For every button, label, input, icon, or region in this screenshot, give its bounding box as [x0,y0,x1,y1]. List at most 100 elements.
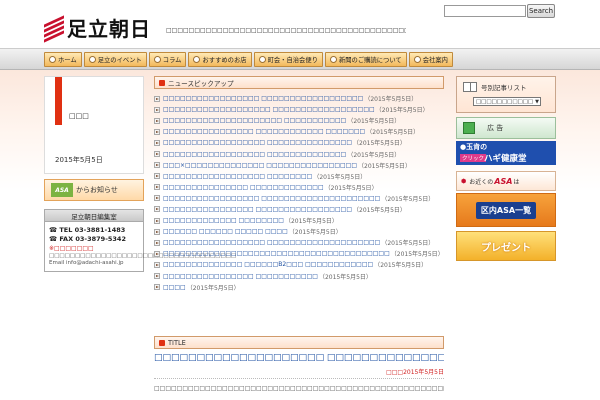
main-content: ニュースピックアップ □□□□□□□□□□□□□□□□□ □□□□□□□□□□□… [154,76,444,293]
office-title: 足立朝日編集室 [45,210,143,222]
list-item[interactable]: □□□□□□□□□□□□□□□□ □□□□□□□□□□□□□□□□□ （2015年… [154,204,444,215]
arrow-right-icon [154,128,160,135]
list-item[interactable]: □□□□ （2015年5月5日） [154,282,444,293]
list-item[interactable]: □□□□□□□□□□□□□□□□□□□□□□□□□□□□□□□□□□□□□□□□… [154,248,444,259]
list-item[interactable]: □□□□□□□□□□□□□□□□□□□□□ □□□□□□□□□□□ （2015年5… [154,115,444,126]
logo-mark-icon [44,15,64,43]
news-link[interactable]: □□□□□□□□□□□□□□ □□□□□□B2□□□ □□□□□□□□□□□□ [163,261,373,268]
news-link[interactable]: □□□□□□□□□□□□□ □□□□□□□□ [163,217,284,224]
list-item[interactable]: □□□□□□□□□□□□□□□□□□ □□□□□□□□□□□□□□□ （2015年… [154,137,444,148]
news-link[interactable]: □□□□□□□□□□□□□□□□□ □□□□□□□□□□□□□□□□□□ [163,95,363,102]
nav-bullet-icon [258,56,266,63]
feature-text: □□□ [69,112,89,120]
list-item[interactable]: □□□□□□□□□□□□□□□□ □□□□□□□□□□□□ □□□□□□□ （20… [154,126,444,137]
news-date: （2015年5月5日） [352,206,406,214]
asa-logo: ASA [51,183,73,197]
nav-item-company[interactable]: 会社案内 [408,52,453,67]
office-address: □□□□□□□□□□□□□□□□□□□□□□□□□□□□□□□□□□□□ [49,253,237,259]
list-item[interactable]: □□□□□□ □□□□□□ □□□□□ □□□□ （2015年5月5日） [154,226,444,237]
office-email[interactable]: Email info@adachi-asahi.jp [49,260,139,267]
left-sidebar: □□□ 2015年5月5日 ASA からお知らせ 足立朝日編集室 ☎ TEL 0… [44,76,237,272]
news-link[interactable]: □□□□□□□□□□□□□□□□ □□□□□□□□□□□ [163,273,318,280]
asa-news-label: からお知らせ [76,186,118,194]
news-section-header: ニュースピックアップ [154,76,444,89]
list-item[interactable]: □□□□□□□□□□□□□□□□□ □□□□□□□□□□□□□□□□□□ （201… [154,93,444,104]
news-link[interactable]: □□□□□□□□□□□□□□□□□ □□□□□□□□□□□□□□□□□□□□□ [163,195,380,202]
nav-bullet-icon [329,56,337,63]
list-item[interactable]: □□□□□□□□□□□□□□ □□□□□□B2□□□ □□□□□□□□□□□□ （… [154,259,444,270]
ward-asa-list-label: 区内ASA一覧 [475,201,537,219]
asa-mark-icon: ⬢ [461,177,467,185]
list-item[interactable]: □□□□□□□□□□□□□□□□□□ □□□□□□□□□□□□□□□□□□□□ （… [154,237,444,248]
news-link[interactable]: □□□□□□□□□□□□□□□□□□ □□□□□□□□□□□□□□□ [163,139,352,146]
office-notice: ※□□□□□□□ [49,245,94,252]
office-tel-text: TEL 03-3881-1483 [59,226,126,234]
nav-item-community[interactable]: 町会・自治会便り [253,52,323,67]
list-item[interactable]: □□□□□□□□□□□□□□□□□□ □□□□□□□□ （2015年5月5日） [154,171,444,182]
news-link[interactable]: □□□×□□□□□□□□□□□□□□ □□□□□□□□□□□□□□□□ [163,162,357,169]
nav-item-label: ホーム [58,57,77,64]
news-date: （2015年5月5日） [347,118,401,126]
news-date: （2015年5月5日） [186,284,240,292]
present-banner[interactable]: プレゼント [456,231,556,261]
news-link[interactable]: □□□□□□□□□□□□□□□□□□ □□□□□□□□□□□□□□□□□□□□ [163,239,380,246]
nav-item-home[interactable]: ホーム [44,52,82,67]
nav-item-events[interactable]: 足立のイベント [83,52,147,67]
search-button[interactable]: Search [527,4,555,18]
list-item[interactable]: □□□×□□□□□□□□□□□□□□ □□□□□□□□□□□□□□□□ （2015… [154,160,444,171]
article-title[interactable]: □□□□□□□□□□□□□□□□□□□□ □□□□□□□□□□□□□□□□□□□… [154,353,444,363]
arrow-right-icon [154,162,160,169]
list-item[interactable]: □□□□□□□□□□□□□□□□□□ □□□□□□□□□□□□□□ （2015年5… [154,148,444,159]
news-date: （2015年5月5日） [381,195,435,203]
news-link[interactable]: □□□□□□□□□□□□□□□□□□□ □□□□□□□□□□□□□□□□□□ [163,106,375,113]
nav-item-column[interactable]: コラム [148,52,187,67]
news-date: （2015年5月5日） [352,140,406,148]
haghi-ad-banner[interactable]: ●玉肯の クリック ハギ健康堂 [456,141,556,165]
news-date: （2015年5月5日） [374,262,428,270]
list-item[interactable]: □□□□□□□□□□□□□□□□ □□□□□□□□□□□ （2015年5月5日） [154,271,444,282]
nav-bullet-icon [413,56,421,63]
ad-label: 広 告 [487,124,504,132]
arrow-right-icon [154,173,160,180]
arrow-right-icon [154,206,160,213]
news-link[interactable]: □□□□ [163,284,186,291]
arrow-right-icon [154,151,160,158]
list-item[interactable]: □□□□□□□□□□□□□□□ □□□□□□□□□□□□□ （2015年5月5日） [154,182,444,193]
nav-item-label: コラム [162,57,182,64]
section-bullet-icon [159,339,165,346]
feature-box[interactable]: □□□ 2015年5月5日 [44,76,144,174]
site-header: 足立朝日 □□□□□□□□□□□□□□□□□□□□□□□□□□□□□□□□□□□… [0,0,600,48]
news-link[interactable]: □□□□□□ □□□□□□ □□□□□ □□□□ [163,228,288,235]
news-link[interactable]: □□□□□□□□□□□□□□□□ □□□□□□□□□□□□ □□□□□□□ [163,128,365,135]
haghi-top-text: ●玉肯の [460,143,488,151]
haghi-click-text: クリック [460,154,487,162]
chevron-down-icon: ▼ [535,98,539,105]
news-date: （2015年5月5日） [375,107,429,115]
news-link[interactable]: □□□□□□□□□□□□□□□ □□□□□□□□□□□□□ [163,184,324,191]
list-item[interactable]: □□□□□□□□□□□□□□□□□ □□□□□□□□□□□□□□□□□□□□□ （… [154,193,444,204]
asa-news-banner[interactable]: ASA からお知らせ [44,179,144,201]
nav-item-shops[interactable]: おすすめのお店 [188,52,252,67]
near-asa-prefix: お近くの [469,178,494,186]
news-link[interactable]: □□□□□□□□□□□□□□□□□□ □□□□□□□□ [163,173,312,180]
office-tel: ☎ TEL 03-3881-1483 [49,226,126,234]
list-item[interactable]: □□□□□□□□□□□□□□□□□□□ □□□□□□□□□□□□□□□□□□ （2… [154,104,444,115]
arrow-right-icon [154,250,160,257]
book-icon [463,82,477,92]
near-asa-header: ⬢ お近くの ASA は [456,171,556,191]
nav-item-subscription[interactable]: 新聞のご購読について [324,52,407,67]
news-date: （2015年5月5日） [390,251,444,259]
list-item[interactable]: □□□□□□□□□□□□□ □□□□□□□□ （2015年5月5日） [154,215,444,226]
main-nav: ホーム 足立のイベント コラム おすすめのお店 町会・自治会便り 新聞のご購読に… [0,48,600,70]
archive-select[interactable]: □□□□□□□□□□□ ▼ [473,97,541,106]
present-label: プレゼント [481,242,531,254]
near-asa-logo: ASA [494,176,513,186]
news-link[interactable]: □□□□□□□□□□□□□□□□□□ □□□□□□□□□□□□□□ [163,151,346,158]
search-input[interactable] [444,5,526,17]
site-logo[interactable]: 足立朝日 [44,15,156,43]
news-link[interactable]: □□□□□□□□□□□□□□□□□□□□□□□□□□□□□□□□□□□□□□□□ [163,250,390,257]
ward-asa-list-banner[interactable]: 区内ASA一覧 [456,193,556,227]
news-link[interactable]: □□□□□□□□□□□□□□□□ □□□□□□□□□□□□□□□□□ [163,206,352,213]
news-link[interactable]: □□□□□□□□□□□□□□□□□□□□□ □□□□□□□□□□□ [163,117,346,124]
news-date: （2015年5月5日） [358,162,411,170]
